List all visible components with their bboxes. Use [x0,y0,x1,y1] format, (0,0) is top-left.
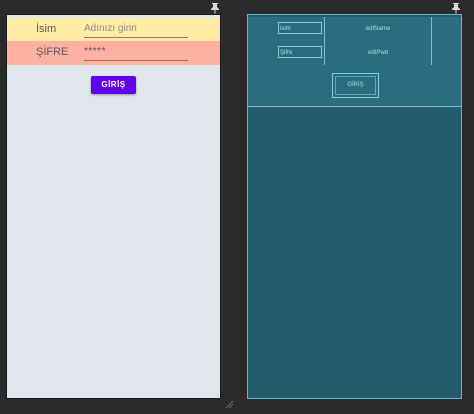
blueprint-password-edit[interactable]: edtPwd [324,41,432,65]
password-label: ŞİFRE [36,46,69,58]
blueprint-username-edit[interactable]: edtName [324,17,432,41]
blueprint-username-row[interactable]: isim edtName [248,17,461,42]
username-input[interactable]: Adınızı girin [84,21,188,38]
design-preview: İsim Adınızı girin ŞİFRE ***** GİRİŞ [7,15,220,398]
password-value: ***** [84,46,106,57]
blueprint-username-label[interactable]: isim [278,22,322,34]
username-hint: Adınızı girin [84,23,137,34]
blueprint-button-row[interactable]: GİRİŞ [248,65,461,107]
blueprint-preview: isim edtName Şifre edtPwd GİRİŞ [248,15,461,398]
username-row: İsim Adınızı girin [7,18,220,42]
blueprint-password-row[interactable]: Şifre edtPwd [248,41,461,66]
resize-handle-icon[interactable] [224,396,234,409]
login-button[interactable]: GİRİŞ [91,76,136,94]
blueprint-password-label[interactable]: Şifre [278,46,322,58]
blueprint-login-button[interactable]: GİRİŞ [332,73,379,98]
password-row: ŞİFRE ***** [7,41,220,65]
pin-icon[interactable] [451,2,461,14]
pin-icon[interactable] [210,2,220,14]
username-label: İsim [36,23,57,35]
password-input[interactable]: ***** [84,44,188,61]
